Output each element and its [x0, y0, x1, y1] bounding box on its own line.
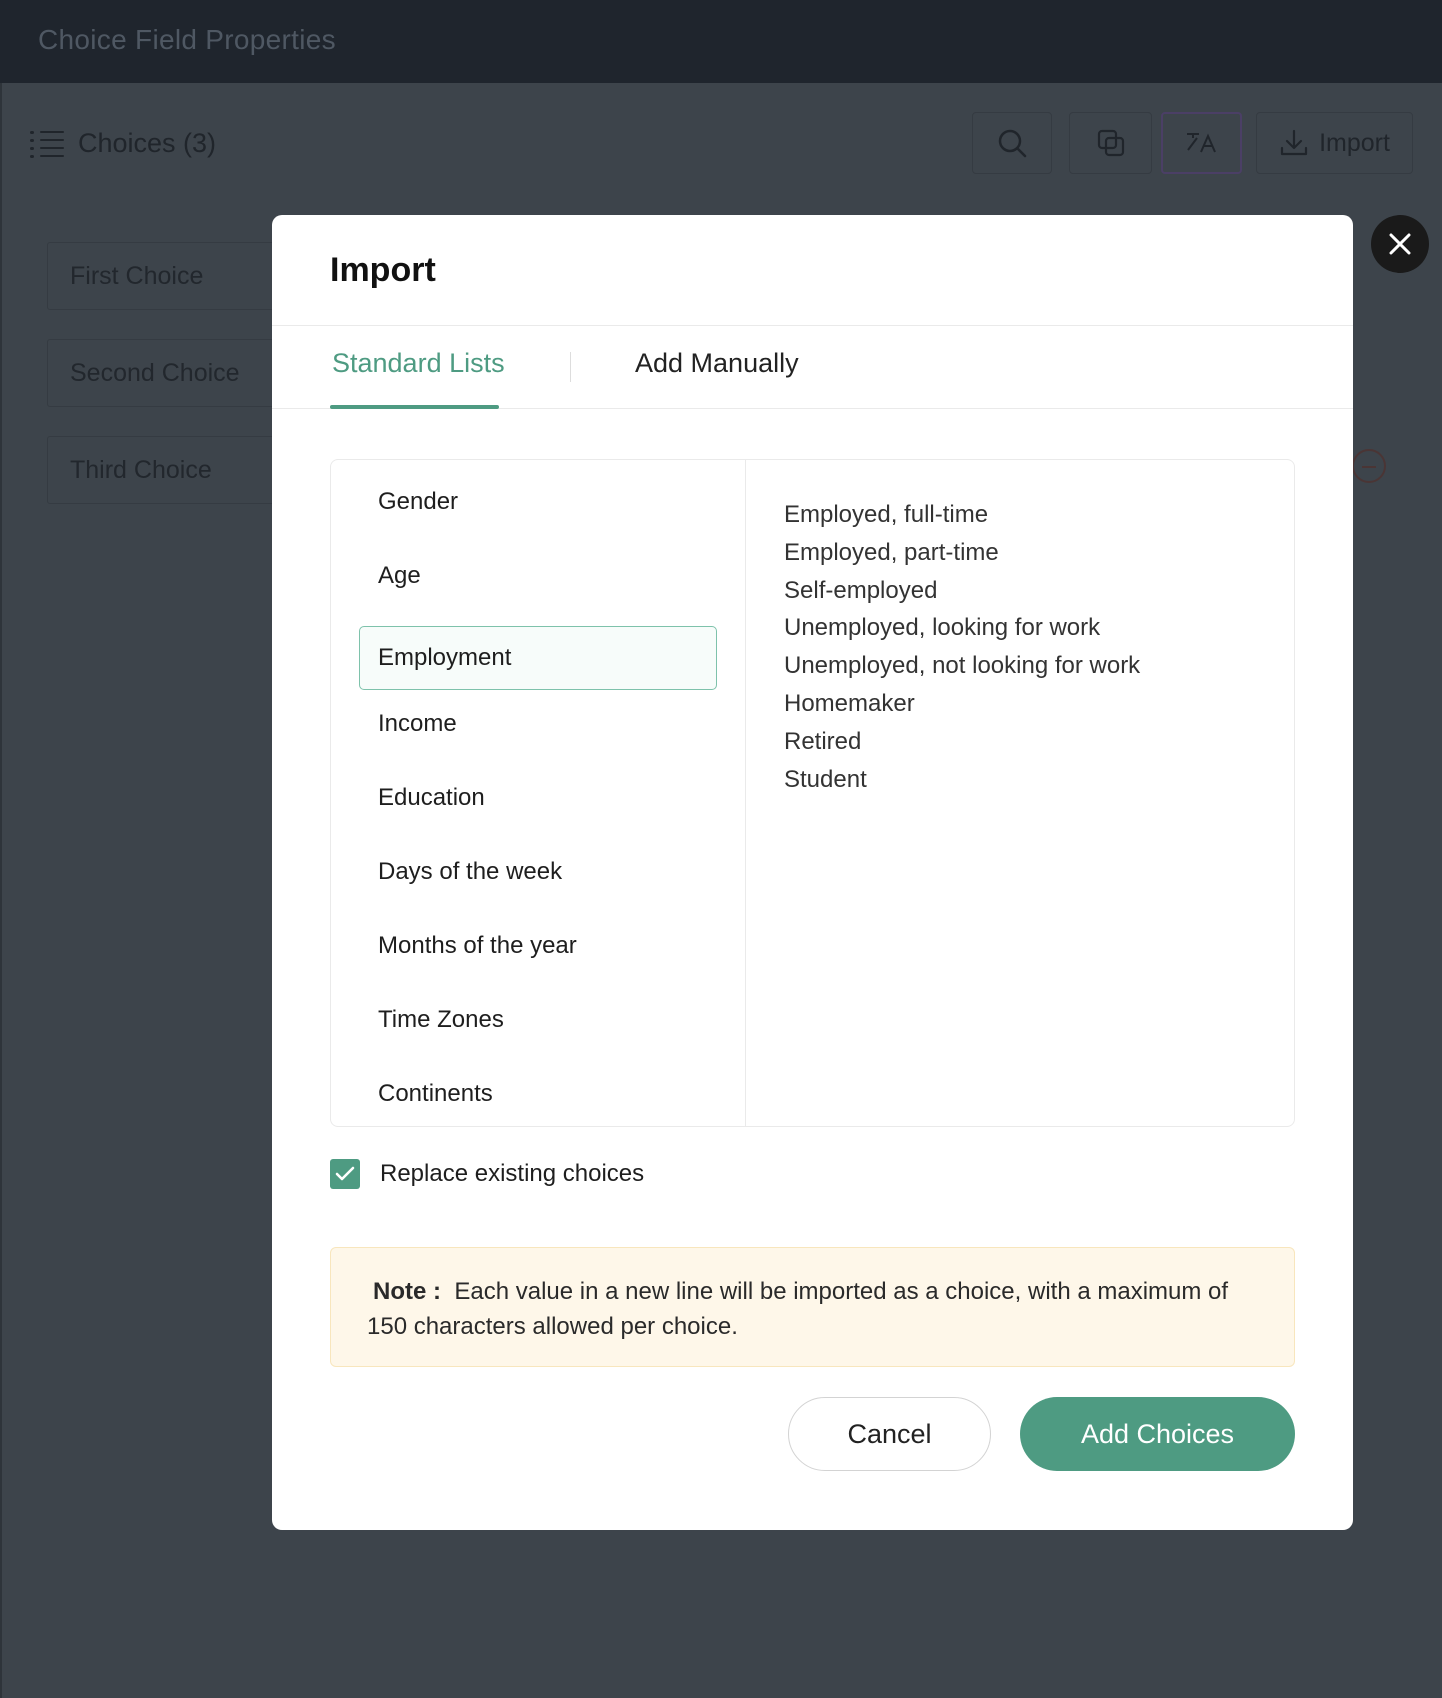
import-modal: Import Standard Lists Add Manually Gende…: [272, 215, 1353, 1530]
note-box: Note : Each value in a new line will be …: [330, 1247, 1295, 1367]
title-bar: Choice Field Properties: [0, 0, 1442, 83]
copy-icon: [1097, 129, 1124, 157]
option-item: Homemaker: [784, 689, 915, 717]
tab-standard-lists[interactable]: Standard Lists: [332, 348, 505, 379]
modal-title: Import: [330, 251, 436, 289]
search-icon: [998, 129, 1027, 158]
close-modal-button[interactable]: [1371, 215, 1429, 273]
close-icon: [1389, 233, 1411, 255]
option-item: Unemployed, looking for work: [784, 614, 1101, 642]
category-item-income[interactable]: Income: [359, 692, 717, 756]
choices-count-label: Choices (3): [78, 128, 217, 158]
option-item: Employed, full-time: [784, 501, 989, 528]
choices-header: Choices (3): [30, 128, 216, 159]
list-icon: [30, 129, 64, 159]
choice-input[interactable]: Second Choice: [47, 339, 277, 407]
category-item-age[interactable]: Age: [359, 544, 717, 608]
category-item-employment[interactable]: Employment: [359, 626, 717, 690]
option-item: Student: [784, 765, 867, 793]
import-button-label: Import: [1319, 128, 1390, 157]
note-label: Note :: [373, 1278, 441, 1305]
replace-existing-label: Replace existing choices: [380, 1160, 645, 1187]
download-icon: [1280, 129, 1308, 156]
category-item-time-zones[interactable]: Time Zones: [359, 988, 717, 1052]
tab-separator: [570, 352, 571, 382]
choice-input[interactable]: Third Choice: [47, 436, 277, 504]
window-title: Choice Field Properties: [38, 24, 336, 55]
cancel-button[interactable]: Cancel: [788, 1397, 991, 1471]
category-item-months-of-year[interactable]: Months of the year: [359, 914, 717, 978]
active-tab-indicator: [330, 405, 499, 409]
choice-input[interactable]: First Choice: [47, 242, 277, 310]
category-list[interactable]: Gender Age Employment Income Education D…: [331, 460, 746, 1126]
checkmark-icon: [335, 1166, 355, 1181]
copy-button[interactable]: [1069, 112, 1152, 174]
translate-icon: [1186, 133, 1216, 153]
remove-choice-icon[interactable]: [1352, 449, 1386, 483]
option-item: Self-employed: [784, 576, 938, 604]
note-text: Each value in a new line will be importe…: [367, 1278, 1229, 1340]
replace-existing-checkbox[interactable]: [330, 1159, 360, 1189]
search-button[interactable]: [972, 112, 1052, 174]
category-item-education[interactable]: Education: [359, 766, 717, 830]
tab-bar: Standard Lists Add Manually: [272, 326, 1353, 409]
category-item-gender[interactable]: Gender: [359, 470, 717, 534]
option-item: Retired: [784, 727, 862, 755]
translate-button[interactable]: [1161, 112, 1242, 174]
option-item: Unemployed, not looking for work: [784, 652, 1141, 680]
options-preview: Employed, full-time Employed, part-time …: [747, 496, 1140, 798]
tab-add-manually[interactable]: Add Manually: [635, 348, 799, 379]
option-item: Employed, part-time: [784, 538, 999, 566]
standard-lists-panel: Gender Age Employment Income Education D…: [330, 459, 1295, 1127]
category-item-days-of-week[interactable]: Days of the week: [359, 840, 717, 904]
import-button[interactable]: Import: [1256, 112, 1413, 174]
category-item-continents[interactable]: Continents: [359, 1062, 717, 1126]
add-choices-button[interactable]: Add Choices: [1020, 1397, 1295, 1471]
replace-existing-row: Replace existing choices: [330, 1159, 644, 1189]
